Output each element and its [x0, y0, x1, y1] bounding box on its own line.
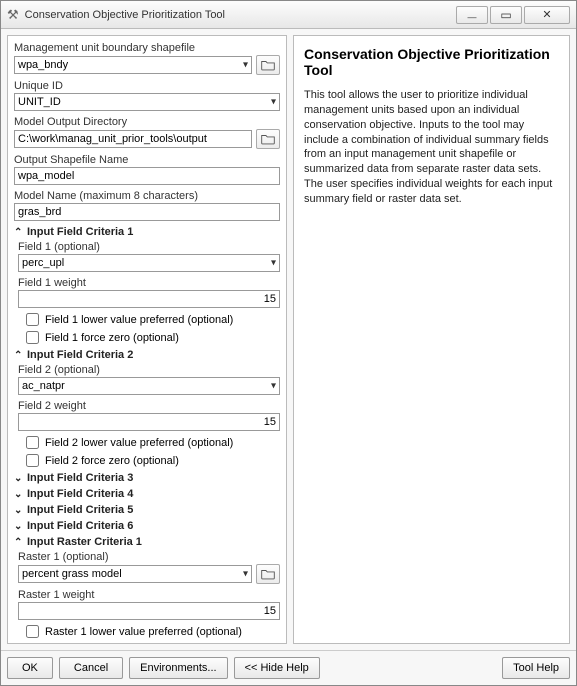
browse-mgmt-unit[interactable]: [256, 55, 280, 75]
help-body: This tool allows the user to prioritize …: [304, 88, 559, 207]
expand-icon: ⌃: [14, 537, 24, 548]
section-field-criteria-3[interactable]: ⌄ Input Field Criteria 3: [14, 472, 280, 484]
output-shapefile-label: Output Shapefile Name: [14, 154, 280, 166]
unique-id-input[interactable]: [14, 93, 280, 111]
expand-icon: ⌃: [14, 350, 24, 361]
cancel-button[interactable]: Cancel: [59, 657, 123, 679]
field1-lower-checkbox[interactable]: [26, 313, 39, 326]
field2-lower-label: Field 2 lower value preferred (optional): [45, 437, 233, 449]
field2-weight-label: Field 2 weight: [18, 400, 280, 412]
field1-weight-label: Field 1 weight: [18, 277, 280, 289]
model-name-input[interactable]: [14, 203, 280, 221]
close-button[interactable]: [524, 6, 570, 24]
tool-help-button[interactable]: Tool Help: [502, 657, 570, 679]
field2-force-label: Field 2 force zero (optional): [45, 455, 179, 467]
collapse-icon: ⌄: [14, 489, 24, 500]
maximize-button[interactable]: [490, 6, 522, 24]
help-panel: Conservation Objective Prioritization To…: [293, 35, 570, 644]
help-title: Conservation Objective Prioritization To…: [304, 46, 559, 78]
unique-id-label: Unique ID: [14, 80, 280, 92]
raster1-lower-checkbox[interactable]: [26, 625, 39, 638]
hide-help-button[interactable]: << Hide Help: [234, 657, 320, 679]
raster1-input[interactable]: [18, 565, 252, 583]
mgmt-unit-input[interactable]: [14, 56, 252, 74]
collapse-icon: ⌄: [14, 521, 24, 532]
app-icon: ⚒: [7, 7, 19, 23]
button-bar: OK Cancel Environments... << Hide Help T…: [1, 650, 576, 685]
field2-force-checkbox[interactable]: [26, 454, 39, 467]
minimize-button[interactable]: [456, 6, 488, 24]
model-output-dir-input[interactable]: [14, 130, 252, 148]
raster1-force-label: Raster 1 force zero (optional): [45, 644, 187, 645]
field2-input[interactable]: [18, 377, 280, 395]
section-field-criteria-1[interactable]: ⌃ Input Field Criteria 1: [14, 226, 280, 238]
field1-label: Field 1 (optional): [18, 241, 280, 253]
collapse-icon: ⌄: [14, 473, 24, 484]
mgmt-unit-label: Management unit boundary shapefile: [14, 42, 280, 54]
raster1-label: Raster 1 (optional): [18, 551, 280, 563]
section-raster-criteria-1[interactable]: ⌃ Input Raster Criteria 1: [14, 536, 280, 548]
collapse-icon: ⌄: [14, 505, 24, 516]
section-field-criteria-6[interactable]: ⌄ Input Field Criteria 6: [14, 520, 280, 532]
model-name-label: Model Name (maximum 8 characters): [14, 190, 280, 202]
raster1-force-checkbox[interactable]: [26, 643, 39, 644]
raster1-lower-label: Raster 1 lower value preferred (optional…: [45, 626, 242, 638]
output-shapefile-input[interactable]: [14, 167, 280, 185]
field1-input[interactable]: [18, 254, 280, 272]
browse-output-dir[interactable]: [256, 129, 280, 149]
environments-button[interactable]: Environments...: [129, 657, 227, 679]
model-output-dir-label: Model Output Directory: [14, 116, 280, 128]
form-panel[interactable]: Management unit boundary shapefile Uniqu…: [7, 35, 287, 644]
expand-icon: ⌃: [14, 227, 24, 238]
field1-weight-input[interactable]: [18, 290, 280, 308]
raster1-weight-input[interactable]: [18, 602, 280, 620]
ok-button[interactable]: OK: [7, 657, 53, 679]
section-field-criteria-4[interactable]: ⌄ Input Field Criteria 4: [14, 488, 280, 500]
browse-raster1[interactable]: [256, 564, 280, 584]
field2-lower-checkbox[interactable]: [26, 436, 39, 449]
field2-weight-input[interactable]: [18, 413, 280, 431]
section-field-criteria-5[interactable]: ⌄ Input Field Criteria 5: [14, 504, 280, 516]
raster1-weight-label: Raster 1 weight: [18, 589, 280, 601]
field1-lower-label: Field 1 lower value preferred (optional): [45, 314, 233, 326]
section-field-criteria-2[interactable]: ⌃ Input Field Criteria 2: [14, 349, 280, 361]
field2-label: Field 2 (optional): [18, 364, 280, 376]
window-title: Conservation Objective Prioritization To…: [25, 9, 448, 21]
field1-force-label: Field 1 force zero (optional): [45, 332, 179, 344]
titlebar: ⚒ Conservation Objective Prioritization …: [1, 1, 576, 29]
field1-force-checkbox[interactable]: [26, 331, 39, 344]
